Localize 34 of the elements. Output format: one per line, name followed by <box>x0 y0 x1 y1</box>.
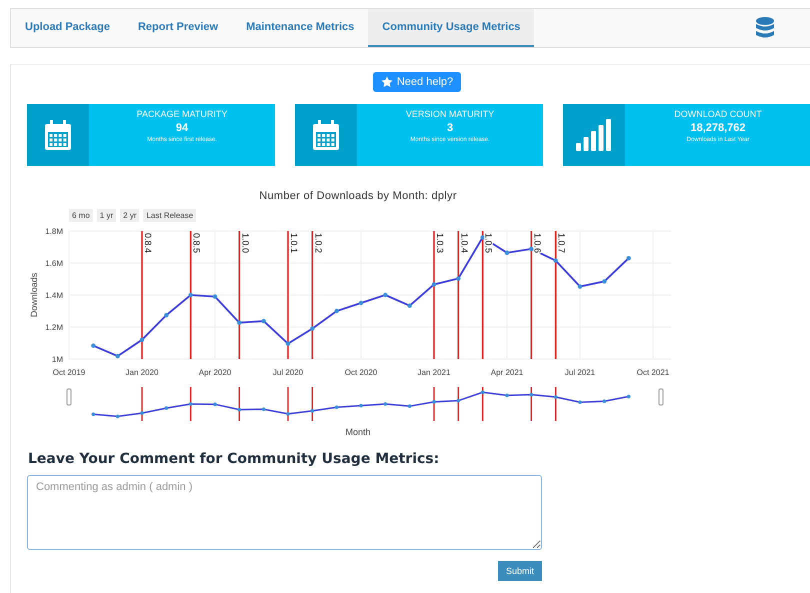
x-tick-label: Jan 2020 <box>126 368 158 377</box>
release-label: 1.0.4 <box>459 233 470 254</box>
release-label: 0.8.5 <box>192 233 202 254</box>
release-label: 0.8.4 <box>143 233 153 254</box>
card-value: 18,278,762 <box>690 122 746 134</box>
y-tick-label: 1.2M <box>45 323 63 332</box>
x-tick-label: Apr 2020 <box>198 368 232 377</box>
x-tick-label: Oct 2021 <box>636 368 670 377</box>
y-tick-label: 1.8M <box>45 227 63 236</box>
release-label: 1.0.1 <box>289 233 299 254</box>
card-title: PACKAGE MATURITY <box>136 109 228 119</box>
y-tick-label: 1.6M <box>45 259 63 268</box>
card-value: 3 <box>446 122 454 134</box>
y-tick-label: 1.4M <box>45 291 63 300</box>
release-label: 1.0.5 <box>484 233 494 254</box>
card-title: VERSION MATURITY <box>406 109 494 119</box>
x-tick-label: Oct 2019 <box>52 368 86 377</box>
x-tick-label: Oct 2020 <box>344 368 378 377</box>
x-tick-label: Apr 2021 <box>490 368 524 377</box>
release-label: 1.0.7 <box>556 233 567 254</box>
y-axis-label: Downloads <box>29 272 39 318</box>
chart-title: Number of Downloads by Month: dplyr <box>258 190 458 202</box>
comment-heading: Leave Your Comment for Community Usage Metrics: <box>28 451 440 467</box>
release-label: 1.0.3 <box>435 233 445 254</box>
y-tick-label: 1M <box>52 355 63 364</box>
x-tick-label: Jan 2021 <box>418 368 450 377</box>
release-label: 1.0.2 <box>313 233 324 254</box>
release-label: 1.0.6 <box>532 233 542 254</box>
card-value: 94 <box>176 122 188 134</box>
x-tick-label: Jul 2021 <box>564 368 596 377</box>
x-axis-label: Month <box>345 427 370 437</box>
x-tick-label: Jul 2020 <box>272 368 304 377</box>
card-title: DOWNLOAD COUNT <box>674 109 762 119</box>
release-label: 1.0.0 <box>240 233 250 254</box>
